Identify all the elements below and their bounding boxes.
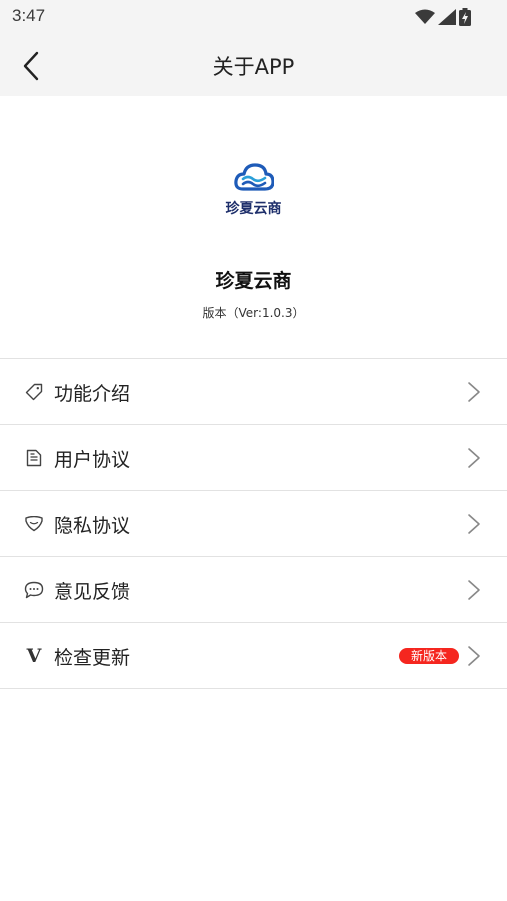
- menu-item-label: 隐私协议: [54, 515, 131, 537]
- status-icons: [415, 7, 471, 27]
- app-name: 珍夏云商: [215, 270, 292, 292]
- page-title: 关于APP: [212, 55, 295, 79]
- menu-item-label: 功能介绍: [54, 383, 131, 405]
- nav-bar: 关于APP: [0, 34, 507, 96]
- menu-item-user-agreement[interactable]: 用户协议: [0, 425, 507, 491]
- app-logo: 珍夏云商: [200, 162, 307, 228]
- tag-icon: [24, 382, 44, 402]
- signal-icon: [438, 9, 456, 25]
- settings-menu: 功能介绍 用户协议 隐私协议 意见反馈 V 检查更新 新版本: [0, 358, 507, 689]
- menu-item-label: 检查更新: [54, 647, 131, 669]
- chevron-right-icon: [468, 448, 480, 468]
- document-icon: [24, 448, 44, 468]
- status-bar: 3:47: [0, 0, 507, 34]
- chevron-right-icon: [468, 646, 480, 666]
- new-version-badge: 新版本: [398, 648, 459, 664]
- shield-icon: [24, 514, 44, 534]
- v-icon-glyph: V: [26, 645, 42, 667]
- app-version: 版本（Ver:1.0.3）: [202, 306, 305, 320]
- battery-icon: [459, 8, 471, 26]
- status-time: 3:47: [12, 6, 46, 25]
- wifi-icon: [415, 9, 435, 24]
- menu-item-feature-intro[interactable]: 功能介绍: [0, 359, 507, 425]
- v-icon: V: [24, 646, 44, 666]
- menu-item-privacy-policy[interactable]: 隐私协议: [0, 491, 507, 557]
- menu-item-check-update[interactable]: V 检查更新 新版本: [0, 623, 507, 689]
- chevron-right-icon: [468, 514, 480, 534]
- menu-item-feedback[interactable]: 意见反馈: [0, 557, 507, 623]
- chevron-right-icon: [468, 580, 480, 600]
- logo-text: 珍夏云商: [225, 201, 282, 217]
- menu-item-label: 用户协议: [54, 449, 131, 471]
- cloud-logo-icon: [233, 163, 274, 191]
- chat-bubble-icon: [24, 580, 44, 600]
- menu-item-label: 意见反馈: [54, 581, 131, 603]
- chevron-right-icon: [468, 382, 480, 402]
